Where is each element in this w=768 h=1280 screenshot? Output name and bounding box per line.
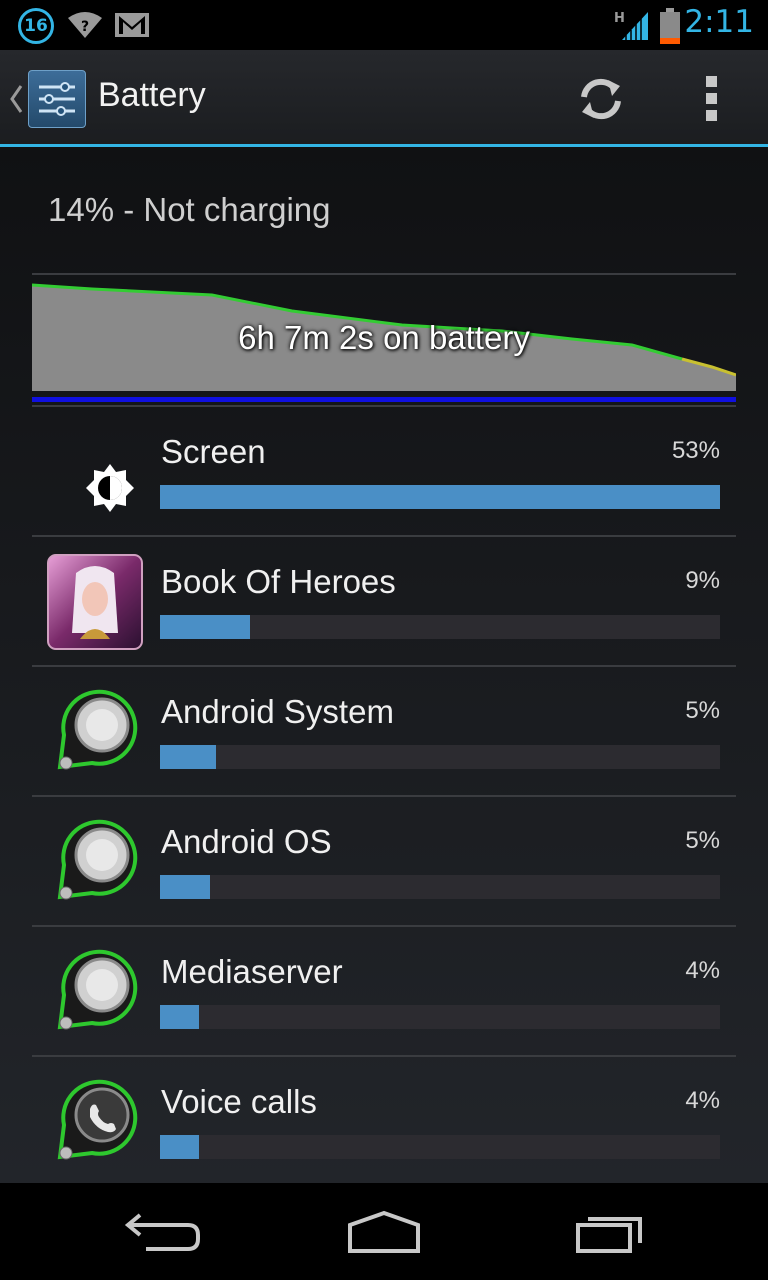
network-type-label: H [614,11,625,26]
usage-bar-fill [160,485,720,509]
refresh-icon[interactable] [572,70,630,128]
usage-percent: 9% [685,567,720,594]
battery-history-graph[interactable]: 6h 7m 2s on battery [31,275,737,405]
usage-row-android-os[interactable]: Android OS 5% [32,797,736,927]
usage-label: Android System [161,693,394,730]
svg-text:?: ? [81,19,89,35]
gmail-icon [115,13,149,37]
usage-bar-track [160,615,720,639]
usage-percent: 5% [685,827,720,854]
usage-bar-fill [160,875,211,899]
status-clock: 2:11 [684,4,754,40]
usage-bar-track [160,1135,720,1159]
brightness-icon [86,464,134,512]
phone-icon [57,1079,138,1160]
battery-content: 14% - Not charging 6h 7m 2s on battery S… [0,147,768,1183]
usage-bar-fill [160,1135,200,1159]
usage-label: Voice calls [161,1083,317,1120]
home-icon[interactable] [324,1203,444,1263]
up-caret-icon[interactable] [8,84,24,114]
settings-icon[interactable] [28,70,86,128]
overflow-menu-icon[interactable] [694,72,730,126]
usage-label: Screen [161,433,266,470]
notification-count-icon: 16 [18,8,54,44]
usage-row-android-system[interactable]: Android System 5% [32,667,736,797]
usage-label: Android OS [161,823,332,860]
android-system-icon [57,689,138,770]
usage-bar-track [160,875,720,899]
battery-icon [660,8,680,44]
graph-label: 6h 7m 2s on battery [238,319,530,356]
usage-percent: 5% [685,697,720,724]
usage-bar-track [160,485,720,509]
usage-percent: 53% [671,437,720,464]
android-os-icon [57,819,138,900]
usage-percent: 4% [685,957,720,984]
usage-label: Mediaserver [161,953,343,990]
usage-label: Book Of Heroes [161,563,396,600]
mediaserver-icon [57,949,138,1030]
recent-apps-icon[interactable] [552,1203,672,1263]
status-bar: 16 ? H 2:11 [0,0,768,50]
book-of-heroes-app-icon [47,554,143,650]
usage-row-book-of-heroes[interactable]: Book Of Heroes 9% [32,537,736,667]
usage-bar-fill [160,1005,200,1029]
navigation-bar [0,1183,768,1280]
usage-bar-track [160,745,720,769]
usage-row-mediaserver[interactable]: Mediaserver 4% [32,927,736,1057]
battery-status-text: 14% - Not charging [48,191,331,228]
page-title: Battery [98,76,206,114]
wifi-question-icon: ? [68,12,102,38]
usage-row-voice-calls[interactable]: Voice calls 4% [32,1057,736,1187]
usage-bar-track [160,1005,720,1029]
usage-row-screen[interactable]: Screen 53% [32,407,736,537]
signal-icon: H [614,11,648,40]
usage-bar-fill [160,745,216,769]
back-icon[interactable] [100,1203,220,1263]
usage-bar-fill [160,615,250,639]
usage-percent: 4% [685,1087,720,1114]
